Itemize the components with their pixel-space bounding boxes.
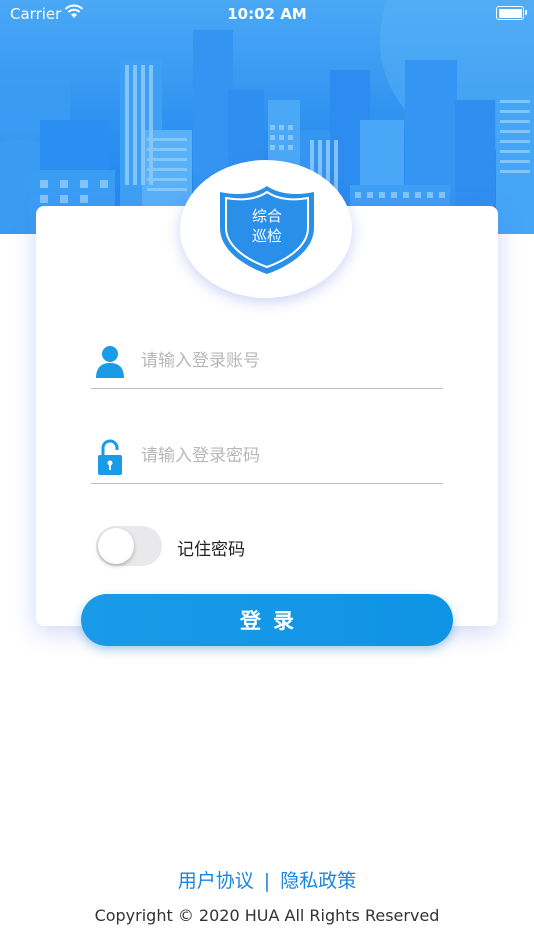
user-agreement-link[interactable]: 用户协议 [178, 866, 254, 893]
unlock-icon [98, 439, 122, 475]
password-field [91, 435, 443, 484]
username-input[interactable] [139, 344, 433, 378]
privacy-policy-link[interactable]: 隐私政策 [280, 866, 356, 893]
footer-separator: | [263, 870, 271, 892]
login-button[interactable]: 登录 [81, 594, 453, 646]
remember-password-label: 记住密码 [177, 540, 245, 560]
battery-icon [496, 6, 527, 20]
username-field [91, 340, 443, 389]
status-bar: Carrier 10:02 AM [0, 0, 534, 30]
logo-text-line2: 巡检 [251, 227, 282, 245]
logo-text: 综合 巡检 [232, 206, 302, 246]
toggle-knob [98, 528, 134, 564]
user-icon [96, 346, 124, 378]
logo-text-line1: 综合 [251, 207, 282, 225]
status-time: 10:02 AM [227, 5, 307, 23]
footer-links: 用户协议 | 隐私政策 [0, 866, 534, 893]
remember-password-toggle[interactable] [96, 526, 162, 566]
password-input[interactable] [139, 439, 433, 473]
copyright-text: Copyright © 2020 HUA All Rights Reserved [94, 906, 440, 925]
